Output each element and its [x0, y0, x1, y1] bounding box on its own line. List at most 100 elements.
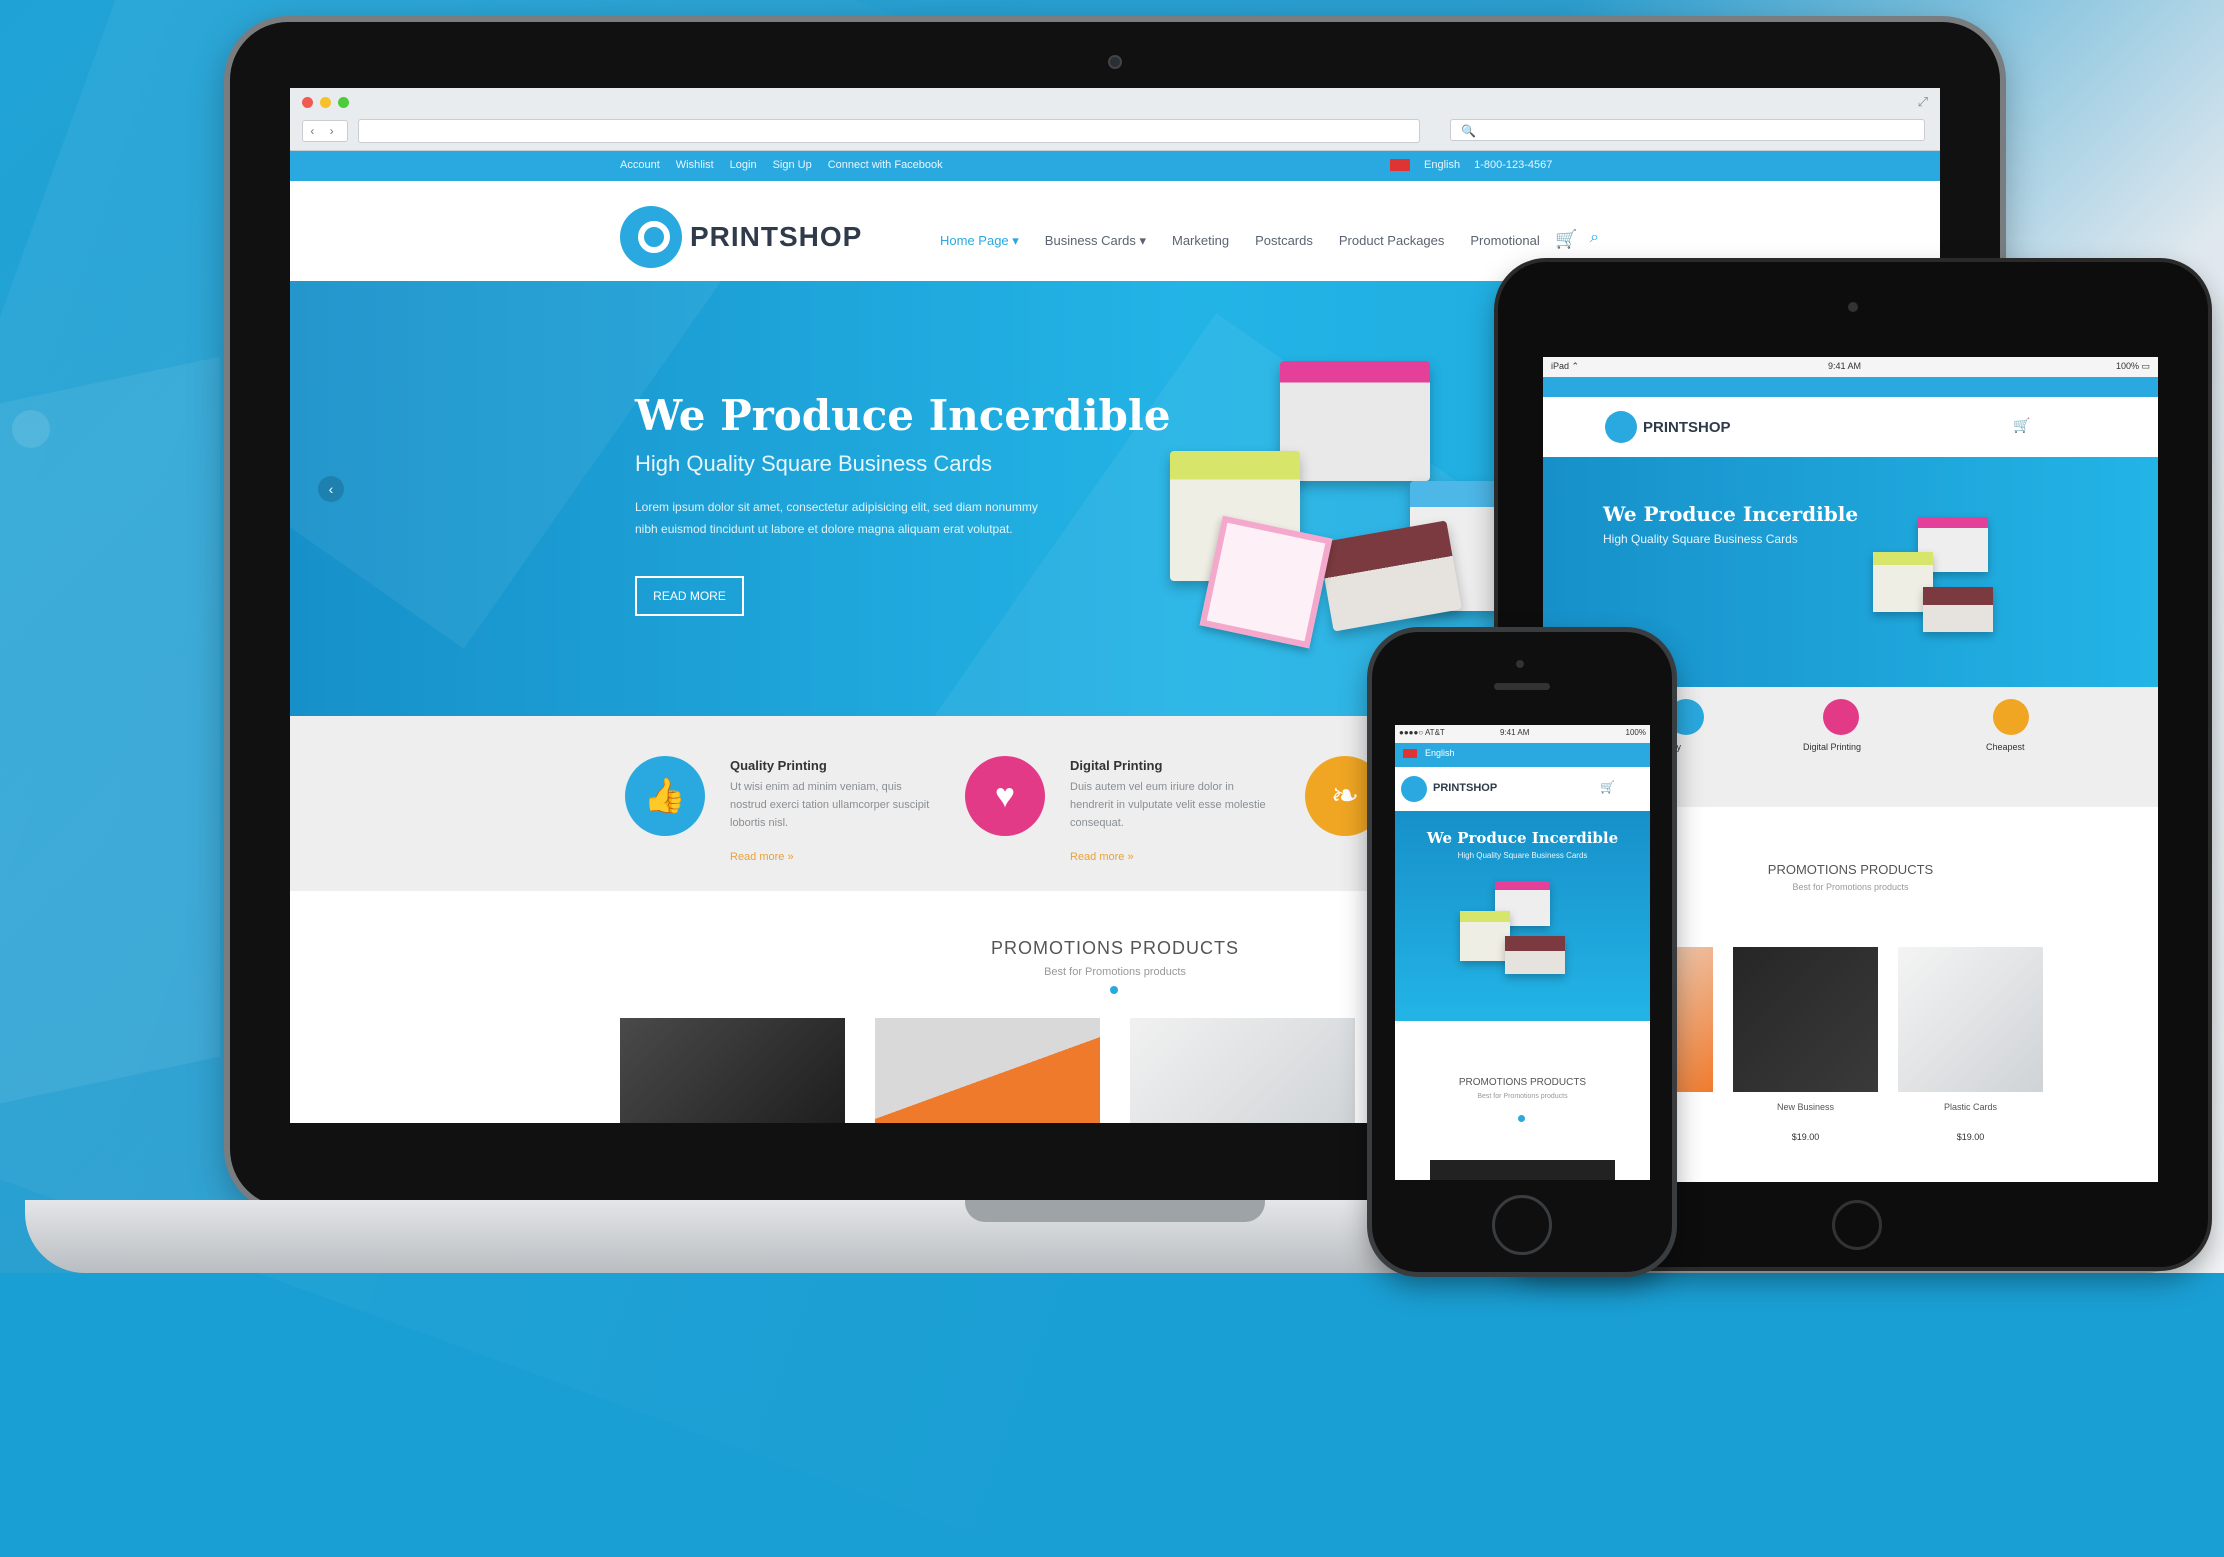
tablet-card-stack [1923, 587, 1993, 632]
cart-icon[interactable]: 🛒 [1555, 229, 1577, 250]
top-link-signup[interactable]: Sign Up [773, 159, 812, 171]
hero-prev-arrow[interactable]: ‹ [318, 476, 344, 502]
menu-promotional[interactable]: Promotional [1470, 233, 1539, 249]
tablet-status-bar: iPad ⌃ 9:41 AM 100% ▭ [1543, 357, 2158, 377]
read-more-button[interactable]: READ MORE [635, 576, 744, 616]
product-thumb[interactable] [1130, 1018, 1355, 1123]
phone-hero-sub: High Quality Square Business Cards [1457, 851, 1588, 860]
tablet-product-name[interactable]: New Business [1733, 1102, 1878, 1112]
tablet-logo-text[interactable]: PRINTSHOP [1643, 419, 1731, 436]
top-right: English 1-800-123-4567 [1390, 159, 1552, 171]
tablet-feature-title: Cheapest [1986, 742, 2025, 752]
phone-speaker [1494, 683, 1550, 690]
close-dot[interactable] [302, 97, 313, 108]
feature-body: Duis autem vel eum iriure dolor in hendr… [1070, 781, 1266, 829]
back-forward-buttons[interactable]: ‹ › [302, 120, 348, 142]
site-top-strip: Account Wishlist Login Sign Up Connect w… [290, 151, 1940, 181]
laptop-notch [965, 1200, 1265, 1222]
browser-search[interactable]: 🔍 [1450, 119, 1925, 141]
top-link-account[interactable]: Account [620, 159, 660, 171]
card-stack-pink [1280, 361, 1430, 481]
phone-hero-title: We Produce Incerdible [1426, 829, 1619, 847]
fullscreen-icon[interactable]: ⤢ [1918, 94, 1928, 110]
tablet-product-price: $19.00 [1791, 1132, 1820, 1142]
phone-card-stack [1460, 911, 1510, 961]
phone-top-strip: English [1395, 743, 1650, 767]
search-icon[interactable]: ⌕ [1590, 229, 1599, 247]
logo-text[interactable]: PRINTSHOP [690, 221, 862, 253]
carousel-dot[interactable] [1110, 986, 1118, 994]
tablet-status-time: 9:41 AM [1828, 361, 1862, 371]
tablet-top-strip [1543, 377, 2158, 397]
tablet-camera [1848, 302, 1858, 312]
maximize-dot[interactable] [338, 97, 349, 108]
menu-product-packages[interactable]: Product Packages [1339, 233, 1445, 249]
card-square-pink [1199, 515, 1333, 649]
logo-icon[interactable] [620, 206, 682, 268]
feature-title: Quality Printing [730, 758, 827, 773]
address-bar[interactable] [358, 119, 1420, 143]
tablet-cart-icon[interactable]: 🛒 [2013, 417, 2030, 434]
phone-flag-icon[interactable] [1403, 749, 1417, 758]
tablet-feature-icon [1823, 699, 1859, 735]
phone-number: 1-800-123-4567 [1474, 159, 1553, 171]
product-thumb[interactable] [620, 1018, 845, 1123]
phone-logo-icon[interactable] [1401, 776, 1427, 802]
menu-postcards[interactable]: Postcards [1255, 233, 1313, 249]
phone-promo-title: PROMOTIONS PRODUCTS [1458, 1077, 1587, 1088]
tablet-home-button[interactable] [1832, 1200, 1882, 1250]
tablet-logo-icon[interactable] [1605, 411, 1637, 443]
menu-marketing[interactable]: Marketing [1172, 233, 1229, 249]
top-links: Account Wishlist Login Sign Up Connect w… [620, 159, 943, 171]
minimize-dot[interactable] [320, 97, 331, 108]
top-link-facebook[interactable]: Connect with Facebook [828, 159, 943, 171]
feature-read-more[interactable]: Read more » [730, 851, 794, 863]
phone-status-bar: ●●●●○ AT&T 9:41 AM 100% [1395, 725, 1650, 743]
main-menu: Home Page ▾ Business Cards ▾ Marketing P… [940, 233, 1540, 249]
tablet-feature-icon [1993, 699, 2029, 735]
tablet-header: PRINTSHOP 🛒 [1543, 397, 2158, 457]
menu-home[interactable]: Home Page ▾ [940, 233, 1019, 249]
phone-home-button[interactable] [1492, 1195, 1552, 1255]
phone-header: PRINTSHOP 🛒 [1395, 767, 1650, 811]
feature-read-more[interactable]: Read more » [1070, 851, 1134, 863]
feature-body: Ut wisi enim ad minim veniam, quis nostr… [730, 781, 930, 829]
phone-cart-icon[interactable]: 🛒 [1600, 780, 1615, 794]
top-link-login[interactable]: Login [730, 159, 757, 171]
phone-screen: ●●●●○ AT&T 9:41 AM 100% English PRINTSHO… [1395, 725, 1650, 1180]
tablet-product-thumb[interactable] [1898, 947, 2043, 1092]
tablet-feature-icon [1668, 699, 1704, 735]
phone-status-time: 9:41 AM [1500, 728, 1530, 737]
tablet-status-right: 100% ▭ [2115, 361, 2150, 371]
heart-icon: ♥ [965, 756, 1045, 836]
tablet-product-thumb[interactable] [1733, 947, 1878, 1092]
phone-promo-sub: Best for Promotions products [1477, 1093, 1568, 1100]
phone-card-stack [1505, 936, 1565, 974]
product-thumb[interactable] [875, 1018, 1100, 1123]
hero-subtitle: High Quality Square Business Cards [635, 451, 993, 476]
tablet-product-price: $19.00 [1956, 1132, 1985, 1142]
feature-title: Digital Printing [1070, 758, 1163, 773]
thumbs-up-icon: 👍 [625, 756, 705, 836]
phone-status-right: 100% [1625, 728, 1646, 737]
phone-logo-text[interactable]: PRINTSHOP [1433, 782, 1497, 794]
menu-business-cards[interactable]: Business Cards ▾ [1045, 233, 1146, 249]
phone-product-thumb[interactable] [1430, 1160, 1615, 1180]
background-circle [12, 410, 50, 448]
phone-camera [1516, 660, 1524, 668]
top-link-wishlist[interactable]: Wishlist [676, 159, 714, 171]
language-select[interactable]: English [1424, 159, 1460, 171]
tablet-feature-title: Digital Printing [1803, 742, 1862, 752]
tablet-status-left: iPad ⌃ [1551, 361, 1580, 371]
laptop-camera [1108, 55, 1122, 69]
phone-carousel-dot[interactable] [1518, 1115, 1525, 1122]
browser-chrome: ‹ › 🔍 ⤢ [290, 88, 1940, 151]
flag-icon[interactable] [1390, 159, 1410, 171]
tablet-hero-sub: High Quality Square Business Cards [1603, 532, 1798, 546]
tablet-product-name[interactable]: Plastic Cards [1898, 1102, 2043, 1112]
phone-language[interactable]: English [1425, 748, 1455, 758]
hero-body: Lorem ipsum dolor sit amet, consectetur … [635, 500, 1038, 536]
hero-title: We Produce Incerdible [635, 391, 1171, 440]
phone-status-left: ●●●●○ AT&T [1399, 728, 1445, 737]
tablet-hero-title: We Produce Incerdible [1603, 502, 1859, 526]
